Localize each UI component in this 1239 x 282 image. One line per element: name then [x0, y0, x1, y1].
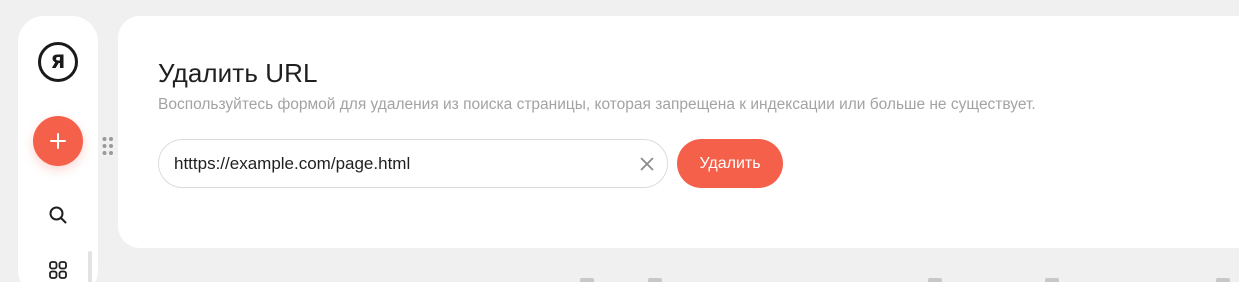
plus-icon — [50, 133, 66, 149]
close-icon — [640, 157, 654, 171]
add-button[interactable] — [33, 116, 83, 166]
form-description: Воспользуйтесь формой для удаления из по… — [158, 96, 1036, 113]
drag-handle-icon — [102, 137, 113, 155]
yandex-logo[interactable]: Я — [38, 42, 78, 82]
sidebar: Я — [18, 16, 98, 282]
logo-letter: Я — [50, 50, 66, 73]
delete-button[interactable]: Удалить — [677, 139, 783, 188]
url-field — [158, 139, 668, 188]
page-title: Удалить URL — [158, 58, 318, 88]
search-icon — [49, 206, 67, 224]
remove-url-card: Удалить URL Воспользуйтесь формой для уд… — [118, 16, 1239, 248]
grid-icon — [49, 261, 67, 279]
drag-handle[interactable] — [101, 135, 115, 157]
search-button[interactable] — [46, 203, 70, 227]
url-input[interactable] — [174, 140, 624, 187]
content-below-fold — [0, 278, 1239, 282]
clear-button[interactable] — [637, 154, 657, 174]
